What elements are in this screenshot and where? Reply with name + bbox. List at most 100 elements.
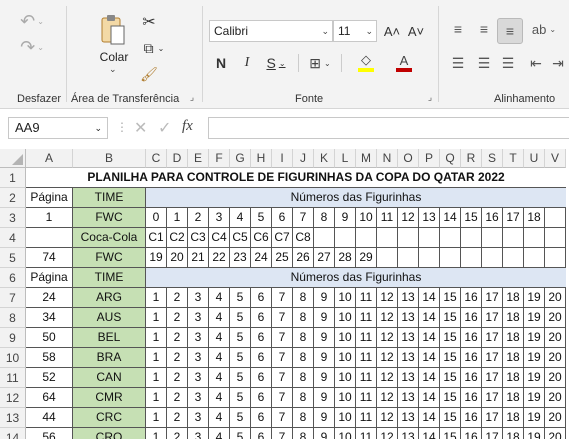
sticker-number-cell[interactable] [461,248,482,268]
team-cell[interactable]: FWC [73,248,146,268]
sticker-number-cell[interactable] [377,248,398,268]
row-header-2[interactable]: 2 [0,188,26,208]
sticker-number-cell[interactable]: 8 [293,328,314,348]
sticker-number-cell[interactable]: C5 [230,228,251,248]
column-header-t[interactable]: T [503,149,524,168]
dialog-launcher-icon[interactable]: ⌟ [187,92,197,102]
row-header-5[interactable]: 5 [0,248,26,268]
font-size-dropdown[interactable]: 11 ⌄ [333,20,377,42]
sticker-number-cell[interactable]: 6 [251,368,272,388]
insert-function-icon[interactable]: fx [182,118,193,135]
sticker-number-cell[interactable]: 8 [293,368,314,388]
sticker-number-cell[interactable]: 3 [188,288,209,308]
sticker-number-cell[interactable]: C4 [209,228,230,248]
sticker-number-cell[interactable]: 17 [482,288,503,308]
pagina-cell[interactable]: 64 [26,388,73,408]
sticker-number-cell[interactable]: 2 [167,408,188,428]
sticker-number-cell[interactable]: 21 [188,248,209,268]
sticker-number-cell[interactable]: 6 [251,408,272,428]
sticker-number-cell[interactable]: 11 [356,408,377,428]
sticker-number-cell[interactable] [503,248,524,268]
sticker-number-cell[interactable]: 2 [188,208,209,228]
sticker-number-cell[interactable]: 13 [398,388,419,408]
sticker-number-cell[interactable]: 25 [272,248,293,268]
sticker-number-cell[interactable]: 17 [482,348,503,368]
pagina-cell[interactable]: 24 [26,288,73,308]
sticker-number-cell[interactable] [503,228,524,248]
sticker-number-cell[interactable] [545,248,566,268]
enter-icon[interactable]: ✓ [158,118,171,138]
sticker-number-cell[interactable] [524,228,545,248]
sticker-number-cell[interactable]: 19 [524,428,545,439]
sticker-number-cell[interactable]: 24 [251,248,272,268]
sticker-number-cell[interactable]: 17 [482,388,503,408]
sticker-number-cell[interactable] [461,228,482,248]
sticker-number-cell[interactable]: 19 [146,248,167,268]
header-time-top[interactable]: TIME [73,188,146,208]
column-header-i[interactable]: I [272,149,293,168]
team-cell[interactable]: Coca-Cola [73,228,146,248]
sticker-number-cell[interactable]: 13 [398,328,419,348]
align-top-icon[interactable]: ≡ [447,18,469,40]
sticker-number-cell[interactable]: 9 [314,308,335,328]
sticker-number-cell[interactable] [419,248,440,268]
sticker-number-cell[interactable]: 19 [524,288,545,308]
sticker-number-cell[interactable]: 6 [251,428,272,439]
sticker-number-cell[interactable]: 9 [314,408,335,428]
sticker-number-cell[interactable]: 8 [293,408,314,428]
sticker-number-cell[interactable]: 18 [503,328,524,348]
sticker-number-cell[interactable]: 11 [356,428,377,439]
sticker-number-cell[interactable]: 7 [272,308,293,328]
sticker-number-cell[interactable]: 9 [314,328,335,348]
sticker-number-cell[interactable]: C1 [146,228,167,248]
sticker-number-cell[interactable]: 23 [230,248,251,268]
sticker-number-cell[interactable]: 5 [230,408,251,428]
sticker-number-cell[interactable]: 2 [167,428,188,439]
column-header-m[interactable]: M [356,149,377,168]
sticker-number-cell[interactable]: 15 [440,368,461,388]
column-header-o[interactable]: O [398,149,419,168]
sticker-number-cell[interactable]: 1 [146,388,167,408]
sticker-number-cell[interactable]: 16 [461,408,482,428]
sticker-number-cell[interactable]: 6 [251,348,272,368]
font-color-icon[interactable]: A [387,50,421,74]
name-box[interactable]: AA9 ⌄ [8,117,108,139]
sticker-number-cell[interactable]: 6 [251,328,272,348]
sticker-number-cell[interactable]: 2 [167,288,188,308]
sticker-number-cell[interactable]: 3 [188,428,209,439]
column-header-l[interactable]: L [335,149,356,168]
sticker-number-cell[interactable]: 5 [251,208,272,228]
sticker-number-cell[interactable]: 18 [503,368,524,388]
sticker-number-cell[interactable]: 2 [167,348,188,368]
sticker-number-cell[interactable]: 5 [230,288,251,308]
sticker-number-cell[interactable]: 20 [545,308,566,328]
sticker-number-cell[interactable]: 6 [251,388,272,408]
sticker-number-cell[interactable]: 13 [398,348,419,368]
row-header-7[interactable]: 7 [0,288,26,308]
sticker-number-cell[interactable]: 4 [209,308,230,328]
dialog-launcher-icon[interactable]: ⌟ [425,92,435,102]
row-header-14[interactable]: 14 [0,428,26,439]
sticker-number-cell[interactable]: 13 [419,208,440,228]
sticker-number-cell[interactable]: 20 [167,248,188,268]
sticker-number-cell[interactable]: 1 [167,208,188,228]
sticker-number-cell[interactable] [419,228,440,248]
sticker-number-cell[interactable]: 5 [230,308,251,328]
paste-chevron-icon[interactable]: ⌄ [109,64,117,75]
column-header-c[interactable]: C [146,149,167,168]
column-header-n[interactable]: N [377,149,398,168]
sticker-number-cell[interactable]: 5 [230,388,251,408]
formula-input[interactable] [208,117,569,139]
sticker-number-cell[interactable]: 12 [377,408,398,428]
header-numeros-bottom[interactable]: Números das Figurinhas [146,268,566,288]
column-header-p[interactable]: P [419,149,440,168]
align-bottom-icon[interactable]: ≡ [497,18,523,44]
column-header-e[interactable]: E [188,149,209,168]
sticker-number-cell[interactable]: 14 [419,328,440,348]
sticker-number-cell[interactable]: C2 [167,228,188,248]
pagina-cell[interactable] [26,228,73,248]
sticker-number-cell[interactable]: 8 [293,348,314,368]
sticker-number-cell[interactable] [482,248,503,268]
sticker-number-cell[interactable] [377,228,398,248]
team-cell[interactable]: CMR [73,388,146,408]
